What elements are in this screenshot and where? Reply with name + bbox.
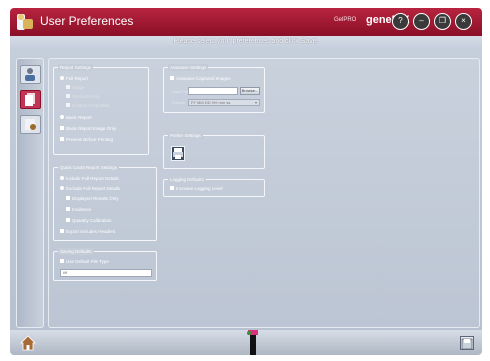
app-logo-icon bbox=[17, 14, 33, 30]
browse-button[interactable]: Browse... bbox=[240, 87, 260, 95]
title-bar: User Preferences GelPRO genePIX ? – ❐ × bbox=[10, 8, 482, 36]
quick-count-group: Quick Count Report Settings Include Full… bbox=[53, 164, 157, 241]
checkbox-icon bbox=[60, 229, 64, 234]
sidebar-item-settings[interactable] bbox=[20, 115, 41, 134]
genepix-logo-icon bbox=[247, 330, 258, 355]
option-label: Exclude Full Report Details bbox=[66, 186, 121, 191]
quantity-calibration-checkbox[interactable]: Quantity Calibration bbox=[66, 218, 112, 224]
custom-properties-checkbox[interactable]: Custom Properties bbox=[66, 103, 109, 109]
checkbox-icon bbox=[60, 137, 64, 142]
include-full-details-radio[interactable]: Include Full Report Details bbox=[60, 176, 119, 182]
preferences-panel: Report Settings Full Report Image Gel Su… bbox=[48, 58, 480, 328]
option-label: Displayed Results Only bbox=[72, 196, 119, 201]
option-label: Increase Logging Level bbox=[176, 186, 223, 191]
checkbox-icon bbox=[66, 85, 70, 90]
group-title: Saving Defaults bbox=[58, 248, 94, 255]
save-glyph-icon bbox=[461, 338, 473, 350]
radio-icon bbox=[60, 115, 64, 120]
sidebar-item-documents[interactable] bbox=[20, 90, 41, 109]
option-label: Full Report bbox=[66, 76, 89, 81]
help-button[interactable]: ? bbox=[392, 13, 409, 30]
logging-defaults-group: Logging Defaults Increase Logging Level bbox=[163, 176, 265, 197]
report-settings-group: Report Settings Full Report Image Gel Su… bbox=[53, 64, 149, 155]
group-title: Printer Settings bbox=[168, 132, 203, 139]
app-window: User Preferences GelPRO genePIX ? – ❐ × … bbox=[10, 8, 482, 355]
format-value: FF MM DD HH mm ss bbox=[191, 100, 231, 105]
image-checkbox[interactable]: Image bbox=[66, 85, 85, 91]
option-label: Gel Summary bbox=[72, 94, 100, 99]
option-label: Use Default File Type bbox=[66, 259, 109, 264]
checkbox-icon bbox=[60, 259, 64, 264]
minimize-icon: – bbox=[419, 16, 424, 25]
autosave-checkbox[interactable]: Autosave Captured Images bbox=[170, 76, 231, 82]
question-icon: ? bbox=[398, 16, 403, 25]
option-label: Include Full Report Details bbox=[66, 176, 119, 181]
sidebar bbox=[16, 58, 44, 328]
full-report-radio[interactable]: Full Report bbox=[60, 76, 88, 82]
close-icon: × bbox=[461, 16, 466, 25]
group-title: Logging Defaults bbox=[168, 176, 206, 183]
group-title: Autosave Settings bbox=[168, 64, 209, 71]
radio-icon bbox=[60, 76, 64, 81]
minimize-button[interactable]: – bbox=[413, 13, 430, 30]
bottom-bar bbox=[10, 330, 482, 355]
checkbox-icon bbox=[170, 76, 174, 81]
export-headers-checkbox[interactable]: Export Includes Headers bbox=[60, 229, 115, 235]
instruction-text: Please select your preferences and click… bbox=[173, 38, 319, 45]
use-default-file-type-checkbox[interactable]: Use Default File Type bbox=[60, 259, 109, 265]
option-label: Export Includes Headers bbox=[66, 229, 116, 234]
sidebar-item-users[interactable] bbox=[20, 65, 41, 84]
printer-icon[interactable] bbox=[171, 146, 185, 161]
saving-defaults-group: Saving Defaults Use Default File Type ti… bbox=[53, 248, 157, 281]
save-icon[interactable] bbox=[460, 336, 474, 350]
group-title: Quick Count Report Settings bbox=[58, 164, 120, 171]
checkbox-icon bbox=[60, 126, 64, 131]
group-title: Report Settings bbox=[58, 64, 94, 71]
printer-glyph-icon bbox=[173, 148, 183, 159]
settings-icon bbox=[25, 119, 36, 130]
option-label: Incidence bbox=[72, 207, 92, 212]
basic-report-radio[interactable]: Basic Report bbox=[60, 115, 92, 121]
autosave-group: Autosave Settings Autosave Captured Imag… bbox=[163, 64, 265, 113]
close-button[interactable]: × bbox=[455, 13, 472, 30]
instruction-banner: Please select your preferences and click… bbox=[10, 36, 482, 50]
checkbox-icon bbox=[66, 218, 70, 223]
save-path-field[interactable] bbox=[188, 87, 238, 95]
format-label: Format bbox=[172, 100, 185, 105]
option-label: Preview Before Printing bbox=[66, 137, 114, 142]
option-label: Custom Properties bbox=[72, 103, 110, 108]
checkbox-icon bbox=[66, 103, 70, 108]
radio-icon bbox=[60, 176, 64, 181]
option-label: Basic Report bbox=[66, 115, 92, 120]
checkbox-icon bbox=[66, 196, 70, 201]
option-label: Image bbox=[72, 85, 85, 90]
preview-before-printing-checkbox[interactable]: Preview Before Printing bbox=[60, 137, 113, 143]
checkbox-icon bbox=[66, 94, 70, 99]
file-type-field[interactable]: tiff bbox=[60, 269, 152, 277]
checkbox-icon bbox=[170, 186, 174, 191]
gel-summary-checkbox[interactable]: Gel Summary bbox=[66, 94, 100, 100]
option-label: Autosave Captured Images bbox=[176, 76, 231, 81]
printer-settings-group: Printer Settings bbox=[163, 132, 265, 169]
incidence-checkbox[interactable]: Incidence bbox=[66, 207, 91, 213]
increase-logging-checkbox[interactable]: Increase Logging Level bbox=[170, 186, 223, 192]
users-icon bbox=[25, 68, 35, 81]
brand-gelpro: GelPRO bbox=[334, 17, 357, 23]
radio-icon bbox=[60, 186, 64, 191]
restore-icon: ❐ bbox=[438, 16, 447, 25]
documents-icon bbox=[25, 93, 35, 106]
displayed-results-only-checkbox[interactable]: Displayed Results Only bbox=[66, 196, 119, 202]
basic-image-only-checkbox[interactable]: Basic Report Image Only bbox=[60, 126, 116, 132]
home-icon[interactable] bbox=[20, 335, 36, 351]
chevron-down-icon: ▾ bbox=[254, 100, 257, 105]
checkbox-icon bbox=[66, 207, 70, 212]
option-label: Basic Report Image Only bbox=[66, 126, 117, 131]
option-label: Quantity Calibration bbox=[72, 218, 112, 223]
restore-button[interactable]: ❐ bbox=[434, 13, 451, 30]
format-select[interactable]: FF MM DD HH mm ss ▾ bbox=[188, 99, 260, 106]
window-title: User Preferences bbox=[40, 14, 134, 28]
exclude-full-details-radio[interactable]: Exclude Full Report Details bbox=[60, 186, 120, 192]
